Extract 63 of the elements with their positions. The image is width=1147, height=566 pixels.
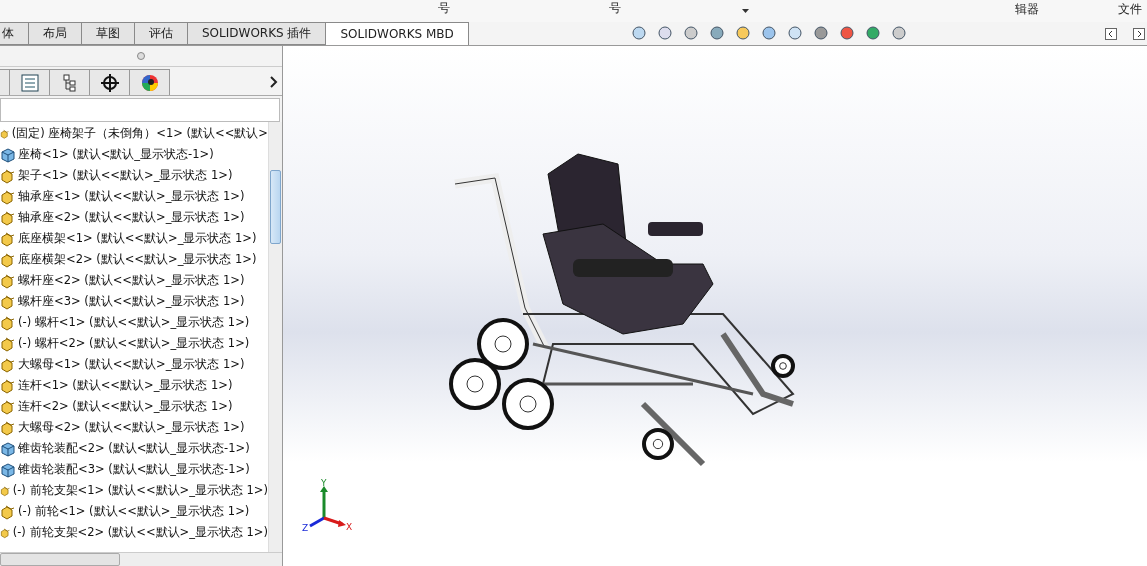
ribbon-tab[interactable]: 布局 — [28, 22, 82, 45]
panel-tab[interactable] — [129, 69, 170, 95]
ribbon-label: 号 — [609, 0, 621, 17]
part-icon — [0, 209, 16, 226]
tree-item[interactable]: 锥齿轮装配<3> (默认<默认_显示状态-1>) — [0, 459, 268, 480]
chevron-right-icon[interactable] — [270, 76, 278, 88]
part-icon — [0, 398, 16, 415]
part-icon — [0, 293, 16, 310]
part-icon — [0, 251, 16, 268]
panel-left-icon[interactable] — [1105, 27, 1117, 40]
part-icon — [0, 356, 16, 373]
part-icon — [0, 419, 16, 436]
tree-item[interactable]: (-) 前轮<1> (默认<<默认>_显示状态 1>) — [0, 501, 268, 522]
tree-item[interactable]: 座椅<1> (默认<默认_显示状态-1>) — [0, 144, 268, 165]
tree-item[interactable]: 大螺母<2> (默认<<默认>_显示状态 1>) — [0, 417, 268, 438]
splitter-handle[interactable] — [137, 52, 145, 60]
tree-item[interactable]: (-) 前轮支架<2> (默认<<默认>_显示状态 1>) — [0, 522, 268, 543]
tree-item[interactable]: 连杆<1> (默认<<默认>_显示状态 1>) — [0, 375, 268, 396]
part-icon — [0, 503, 16, 520]
panel-right-icon[interactable] — [1133, 27, 1145, 40]
color-wheel-icon — [140, 73, 159, 92]
tree-item[interactable]: (固定) 座椅架子（未倒角）<1> (默认<<默认> — [0, 123, 268, 144]
filter-field[interactable] — [0, 98, 280, 122]
panel-tab[interactable] — [89, 69, 130, 95]
tree-item[interactable]: 轴承座<1> (默认<<默认>_显示状态 1>) — [0, 186, 268, 207]
tree-item[interactable]: (-) 前轮支架<1> (默认<<默认>_显示状态 1>) — [0, 480, 268, 501]
ribbon-tab[interactable]: 评估 — [134, 22, 188, 45]
hierarchy-icon — [61, 73, 78, 92]
assembly-icon — [0, 461, 16, 478]
tree-item[interactable]: 螺杆座<2> (默认<<默认>_显示状态 1>) — [0, 270, 268, 291]
horizontal-scrollbar[interactable] — [0, 552, 282, 566]
ribbon-tab[interactable]: 草图 — [81, 22, 135, 45]
part-icon — [0, 230, 16, 247]
tree-item[interactable]: 架子<1> (默认<<默认>_显示状态 1>) — [0, 165, 268, 186]
caret-icon — [742, 9, 749, 13]
tree-item[interactable]: (-) 螺杆<2> (默认<<默认>_显示状态 1>) — [0, 333, 268, 354]
tree-item[interactable]: 轴承座<2> (默认<<默认>_显示状态 1>) — [0, 207, 268, 228]
list-icon — [20, 73, 39, 92]
tree-item[interactable]: 大螺母<1> (默认<<默认>_显示状态 1>) — [0, 354, 268, 375]
graphics-viewport[interactable]: Y Z X — [283, 46, 1147, 566]
ribbon-label: 辑器 — [1015, 1, 1039, 18]
assembly-icon — [0, 146, 16, 163]
ribbon-tab[interactable]: 体 — [0, 22, 29, 45]
ribbon-label: 号 — [438, 0, 450, 17]
tree-item[interactable]: 底座横架<2> (默认<<默认>_显示状态 1>) — [0, 249, 268, 270]
axis-triad-drawing: Y Z X — [299, 478, 359, 533]
part-icon — [0, 272, 16, 289]
tree-item[interactable]: 锥齿轮装配<2> (默认<默认_显示状态-1>) — [0, 438, 268, 459]
crosshair-icon — [100, 73, 119, 92]
tree-item[interactable]: (-) 螺杆<1> (默认<<默认>_显示状态 1>) — [0, 312, 268, 333]
ribbon-label: 文件 — [1118, 1, 1142, 18]
part-icon — [0, 314, 16, 331]
tree-item[interactable]: 连杆<2> (默认<<默认>_显示状态 1>) — [0, 396, 268, 417]
part-icon — [0, 188, 16, 205]
part-icon — [0, 377, 16, 394]
part-icon — [0, 167, 16, 184]
tree-item[interactable]: 底座横架<1> (默认<<默认>_显示状态 1>) — [0, 228, 268, 249]
tree-item[interactable]: 螺杆座<3> (默认<<默认>_显示状态 1>) — [0, 291, 268, 312]
ribbon-tab[interactable]: SOLIDWORKS MBD — [325, 22, 469, 45]
part-icon — [0, 335, 16, 352]
ribbon-tab[interactable]: SOLIDWORKS 插件 — [187, 22, 327, 45]
assembly-icon — [0, 440, 16, 457]
vertical-scrollbar[interactable] — [268, 122, 282, 552]
